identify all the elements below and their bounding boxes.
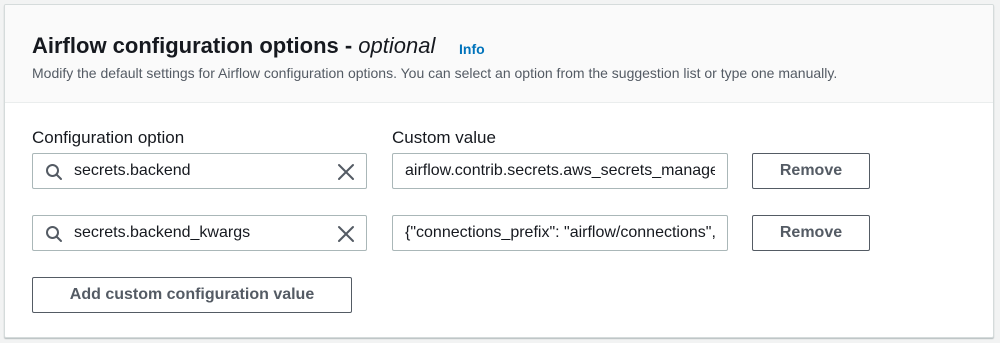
section-description: Modify the default settings for Airflow …	[32, 65, 838, 81]
info-link[interactable]: Info	[459, 41, 485, 57]
custom-value-input[interactable]	[405, 154, 715, 188]
airflow-config-panel: Airflow configuration options - optional…	[4, 4, 994, 338]
custom-value-field[interactable]	[392, 153, 728, 189]
configuration-option-input[interactable]: secrets.backend	[32, 153, 367, 189]
configuration-option-input[interactable]: secrets.backend_kwargs	[32, 215, 367, 251]
remove-button[interactable]: Remove	[752, 215, 870, 251]
close-icon[interactable]	[337, 225, 355, 243]
remove-button[interactable]: Remove	[752, 153, 870, 189]
custom-value-input[interactable]	[405, 216, 715, 250]
custom-value-field[interactable]	[392, 215, 728, 251]
configuration-option-value: secrets.backend_kwargs	[74, 224, 251, 241]
search-icon	[46, 226, 62, 242]
configuration-option-label: Configuration option	[32, 128, 185, 147]
section-title-optional: optional	[358, 33, 436, 58]
config-row: secrets.backend_kwargs Remove	[5, 215, 993, 253]
section-title: Airflow configuration options - optional	[32, 32, 435, 60]
custom-value-label: Custom value	[392, 128, 496, 147]
add-custom-configuration-button[interactable]: Add custom configuration value	[32, 277, 352, 313]
panel-header: Airflow configuration options - optional…	[5, 5, 993, 103]
config-row: secrets.backend Remove	[5, 153, 993, 191]
search-icon	[46, 164, 62, 180]
close-icon[interactable]	[337, 163, 355, 181]
section-title-text: Airflow configuration options -	[32, 33, 359, 58]
configuration-option-value: secrets.backend	[74, 162, 191, 179]
